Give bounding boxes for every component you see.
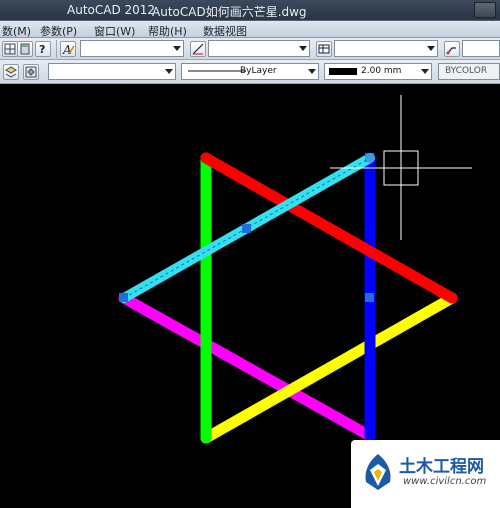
lineweight-select[interactable]: 2.00 mm xyxy=(324,63,432,80)
linetype-select[interactable]: ByLayer xyxy=(181,63,319,80)
layer-state-icon[interactable] xyxy=(23,64,39,80)
watermark-logo: 土木工程网 www.civilcn.com xyxy=(351,440,500,508)
app-title: AutoCAD 2012 xyxy=(67,3,156,17)
civilcn-logo-icon xyxy=(365,454,391,490)
styles-toolbar: ? A xyxy=(0,38,500,60)
menu-item-window[interactable]: 窗口(W) xyxy=(94,23,135,39)
plotstyle-value: BYCOLOR xyxy=(445,66,488,76)
menu-item-data-view[interactable]: 数据视图 xyxy=(203,23,247,39)
menu-item-help[interactable]: 帮助(H) xyxy=(148,23,187,39)
help-icon[interactable]: ? xyxy=(35,41,51,57)
menu-item-parametric[interactable]: 参数(P) xyxy=(40,23,77,39)
grip-mid xyxy=(242,224,251,233)
text-style-icon[interactable]: A xyxy=(60,41,76,57)
multileader-style-icon[interactable] xyxy=(444,41,460,57)
menu-bar: 数(M) 参数(P) 窗口(W) 帮助(H) 数据视图 xyxy=(0,21,500,38)
title-bar: AutoCAD 2012 AutoCAD如何画六芒星.dwg xyxy=(0,0,500,21)
table-style-select[interactable] xyxy=(334,40,438,57)
lineweight-value: 2.00 mm xyxy=(361,66,402,76)
linetype-value: ByLayer xyxy=(240,66,277,76)
grip-left xyxy=(119,293,128,302)
plotstyle-select[interactable]: BYCOLOR xyxy=(438,63,500,80)
file-title: AutoCAD如何画六芒星.dwg xyxy=(152,5,307,19)
dimension-style-select[interactable] xyxy=(208,40,310,57)
svg-text:?: ? xyxy=(39,43,45,56)
text-style-select[interactable] xyxy=(80,40,184,57)
grid-icon[interactable] xyxy=(2,41,18,57)
calculator-icon[interactable] xyxy=(17,41,33,57)
grip-end-dot xyxy=(365,153,375,163)
watermark-url: www.civilcn.com xyxy=(403,476,487,487)
window-control-button[interactable] xyxy=(474,2,496,18)
layer-select[interactable] xyxy=(48,63,176,80)
dimension-style-icon[interactable] xyxy=(190,41,206,57)
table-style-icon[interactable] xyxy=(316,41,332,57)
properties-toolbar: ByLayer 2.00 mm BYCOLOR xyxy=(0,60,500,84)
grip-blue-mid xyxy=(365,293,374,302)
menu-item-modify[interactable]: 数(M) xyxy=(2,23,31,39)
watermark-name: 土木工程网 xyxy=(399,457,484,477)
crosshair-cursor xyxy=(330,95,472,240)
multileader-style-select[interactable] xyxy=(462,40,500,57)
svg-text:A: A xyxy=(62,43,72,56)
layer-icon[interactable] xyxy=(3,64,19,80)
